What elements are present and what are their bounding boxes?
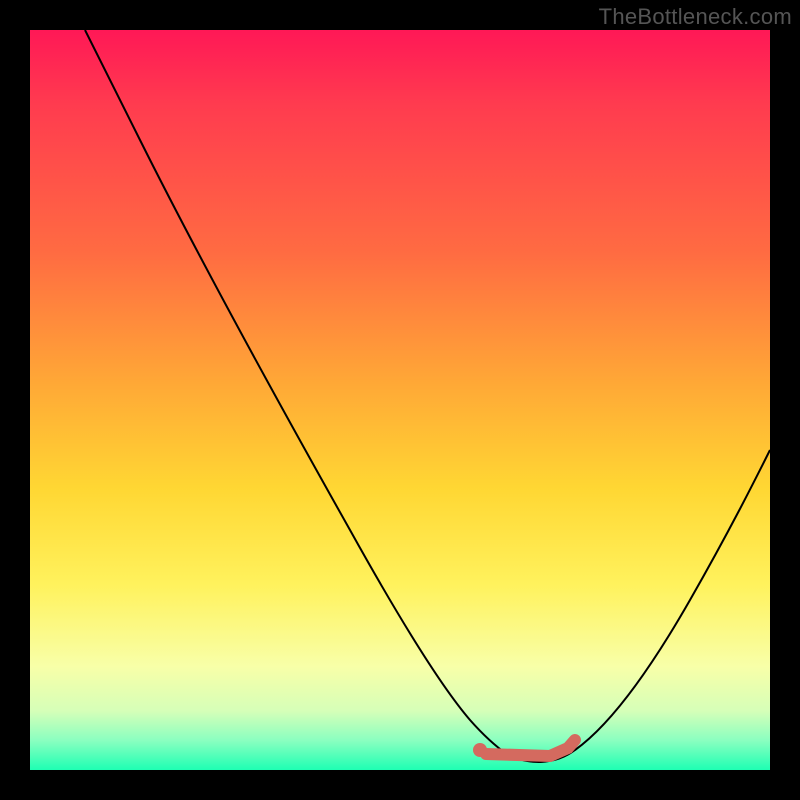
plot-area [30,30,770,770]
chart-svg [30,30,770,770]
bottleneck-curve [85,30,770,762]
bottleneck-chart: TheBottleneck.com [0,0,800,800]
watermark-text: TheBottleneck.com [599,4,792,30]
